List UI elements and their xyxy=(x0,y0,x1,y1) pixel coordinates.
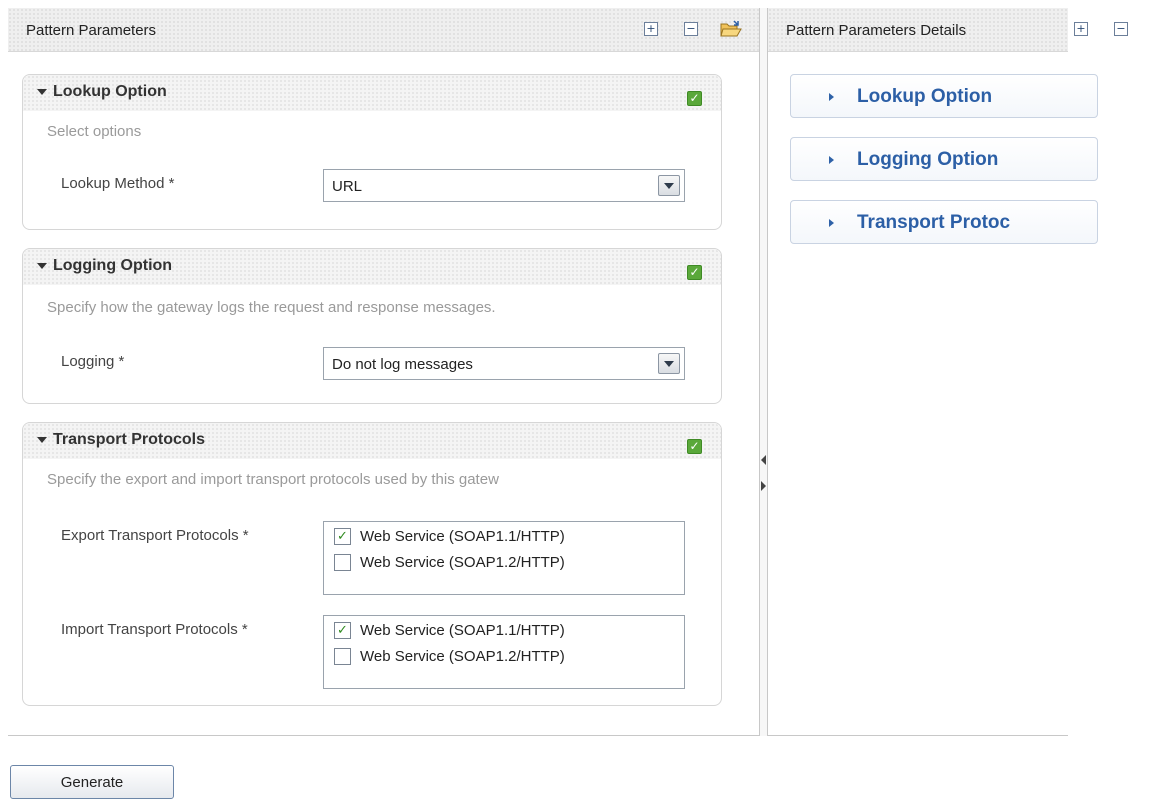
logging-value: Do not log messages xyxy=(332,356,473,373)
expand-all-icon[interactable]: + xyxy=(1074,22,1088,36)
collapse-right-icon[interactable] xyxy=(761,481,766,491)
logging-option-header[interactable]: Logging Option ✓ xyxy=(23,249,721,285)
triangle-down-icon[interactable] xyxy=(37,437,47,443)
accordion-label: Lookup Option xyxy=(857,86,993,107)
details-lookup-option[interactable]: Lookup Option xyxy=(790,74,1098,118)
details-logging-option[interactable]: Logging Option xyxy=(790,137,1098,181)
export-transport-protocols-label: Export Transport Protocols * xyxy=(61,527,249,544)
lookup-option-section: Lookup Option ✓ Select options Lookup Me… xyxy=(22,74,722,230)
triangle-right-icon xyxy=(829,219,834,227)
pattern-parameters-details-pane: Pattern Parameters Details + − Lookup Op… xyxy=(768,8,1128,736)
chevron-down-icon xyxy=(664,361,674,367)
export-transport-protocols-list: ✓ Web Service (SOAP1.1/HTTP) Web Service… xyxy=(323,521,685,595)
section-description: Specify how the gateway logs the request… xyxy=(47,299,496,316)
checkbox[interactable] xyxy=(334,648,351,665)
lookup-method-value: URL xyxy=(332,178,363,195)
option-label: Web Service (SOAP1.1/HTTP) xyxy=(360,622,565,639)
lookup-option-checkbox[interactable]: ✓ xyxy=(687,91,702,106)
pane-title: Pattern Parameters Details xyxy=(786,22,967,39)
logging-select[interactable]: Do not log messages xyxy=(323,347,685,380)
transport-protocols-section: Transport Protocols ✓ Specify the export… xyxy=(22,422,722,706)
lookup-method-label: Lookup Method * xyxy=(61,175,175,192)
checkbox[interactable]: ✓ xyxy=(334,622,351,639)
section-title: Transport Protocols xyxy=(53,431,206,448)
collapse-all-icon[interactable]: − xyxy=(1114,22,1128,36)
triangle-right-icon xyxy=(829,93,834,101)
lookup-option-header[interactable]: Lookup Option ✓ xyxy=(23,75,721,111)
accordion-label: Logging Option xyxy=(857,149,999,170)
logging-option-section: Logging Option ✓ Specify how the gateway… xyxy=(22,248,722,404)
transport-protocols-checkbox[interactable]: ✓ xyxy=(687,439,702,454)
expand-all-icon[interactable]: + xyxy=(644,22,658,36)
accordion-label: Transport Protoc xyxy=(857,212,1011,233)
triangle-down-icon[interactable] xyxy=(37,263,47,269)
logging-label: Logging * xyxy=(61,353,125,370)
import-transport-protocols-label: Import Transport Protocols * xyxy=(61,621,248,638)
option-label: Web Service (SOAP1.1/HTTP) xyxy=(360,528,565,545)
triangle-down-icon[interactable] xyxy=(37,89,47,95)
generate-button[interactable]: Generate xyxy=(10,765,174,799)
option-label: Web Service (SOAP1.2/HTTP) xyxy=(360,648,565,665)
option-label: Web Service (SOAP1.2/HTTP) xyxy=(360,554,565,571)
pattern-parameters-details-header: Pattern Parameters Details + − xyxy=(768,8,1128,52)
section-description: Select options xyxy=(47,123,142,140)
dropdown-button[interactable] xyxy=(658,175,680,196)
logging-option-checkbox[interactable]: ✓ xyxy=(687,265,702,280)
triangle-right-icon xyxy=(829,156,834,164)
open-folder-icon[interactable] xyxy=(720,20,742,38)
collapse-left-icon[interactable] xyxy=(761,455,766,465)
chevron-down-icon xyxy=(664,183,674,189)
collapse-all-icon[interactable]: − xyxy=(684,22,698,36)
lookup-method-select[interactable]: URL xyxy=(323,169,685,202)
details-transport-protocols[interactable]: Transport Protoc xyxy=(790,200,1098,244)
import-transport-protocols-list: ✓ Web Service (SOAP1.1/HTTP) Web Service… xyxy=(323,615,685,689)
transport-protocols-header[interactable]: Transport Protocols ✓ xyxy=(23,423,721,459)
pattern-parameters-pane: Pattern Parameters + − Lookup Option ✓ S… xyxy=(8,8,760,736)
section-description: Specify the export and import transport … xyxy=(47,471,499,488)
dropdown-button[interactable] xyxy=(658,353,680,374)
checkbox[interactable] xyxy=(334,554,351,571)
pane-splitter[interactable] xyxy=(760,8,768,736)
section-title: Logging Option xyxy=(53,257,173,274)
pane-title: Pattern Parameters xyxy=(26,22,157,39)
checkbox[interactable]: ✓ xyxy=(334,528,351,545)
section-title: Lookup Option xyxy=(53,83,167,100)
pattern-parameters-header: Pattern Parameters + − xyxy=(8,8,759,52)
